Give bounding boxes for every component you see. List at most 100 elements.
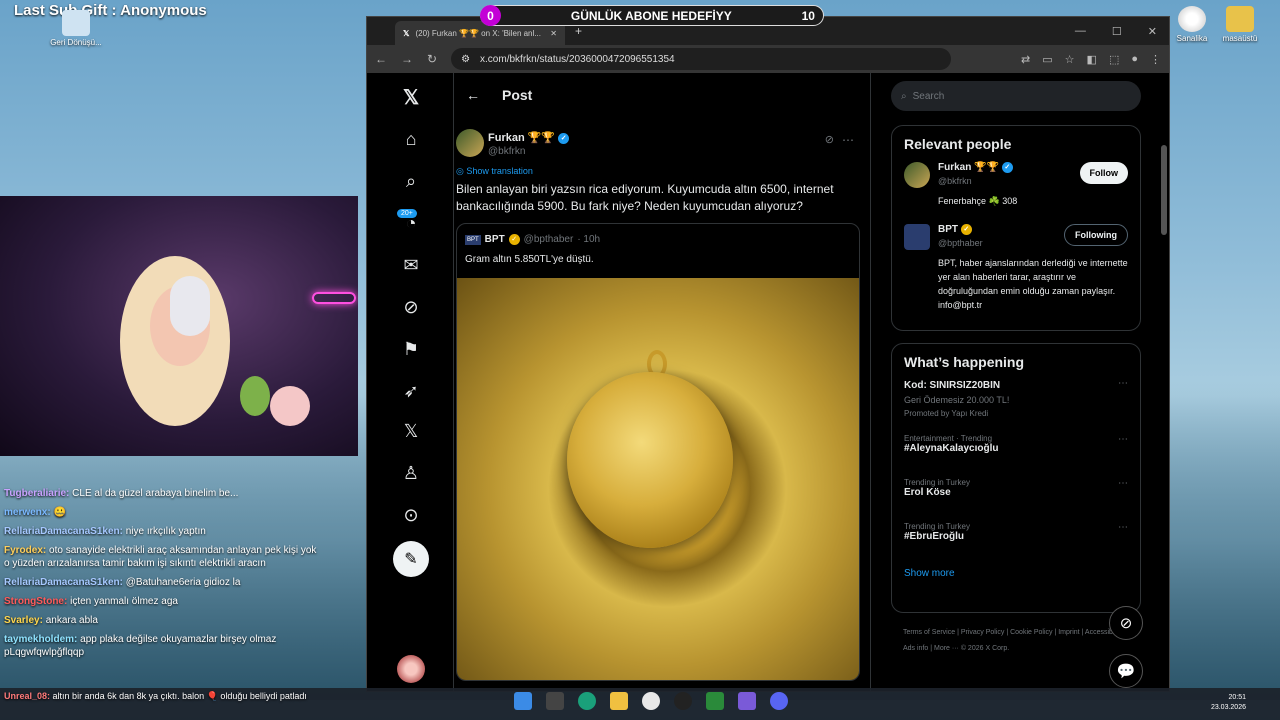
more-icon[interactable]: ⊙ xyxy=(399,503,423,527)
author-handle: @bkfrkn xyxy=(488,146,526,157)
desktop-icon-label: masaüstü xyxy=(1222,34,1258,43)
start-windows-icon[interactable] xyxy=(514,692,532,710)
new-tab-icon[interactable]: + xyxy=(575,24,582,38)
search-input[interactable]: ⌕ Search xyxy=(891,81,1141,111)
reload-icon[interactable]: ↻ xyxy=(427,52,437,66)
edge-icon[interactable] xyxy=(578,692,596,710)
chat-text: oto sanayide elektrikli araç aksamından … xyxy=(4,545,317,569)
gold-coin xyxy=(567,372,733,548)
show-more-link[interactable]: Show more xyxy=(892,564,1140,583)
ticker-user: Unreal_08: xyxy=(4,691,51,701)
trend-item[interactable]: Trending in Turkey Erol Köse ⋯ xyxy=(892,476,1140,520)
desktop-icon-recycle-bin[interactable]: Geri Dönüşü... xyxy=(46,10,106,47)
x-logo-icon[interactable]: 𝕏 xyxy=(399,85,423,109)
profile-icon[interactable]: ♙ xyxy=(399,461,423,485)
compose-post-button[interactable]: ✎ xyxy=(393,541,429,577)
task-view-icon[interactable] xyxy=(546,692,564,710)
trend-item[interactable]: Trending in Turkey #EbruEroğlu ⋯ xyxy=(892,520,1140,564)
gold-coin-image[interactable] xyxy=(457,278,859,680)
close-window-button[interactable]: ✕ xyxy=(1148,25,1157,38)
chat-user: StrongStone: xyxy=(4,596,68,607)
author-name-row[interactable]: Furkan 🏆🏆 ✓ xyxy=(488,131,570,144)
quote-header: BPT BPT ✓ @bpthaber · 10h xyxy=(465,234,600,245)
trend-more-icon[interactable]: ⋯ xyxy=(1118,378,1128,389)
person-bio: Fenerbahçe ☘️ 308 xyxy=(938,196,1018,206)
promoted-trend[interactable]: Kod: SINIRSIZ20BIN Geri Ödemesiz 20.000 … xyxy=(892,376,1140,432)
chat-user: Tugberaliarie: xyxy=(4,488,70,499)
desktop-icon-masaustu[interactable]: masaüstü xyxy=(1210,6,1270,43)
sub-gift-overlay: Last Sub Gift : Anonymous xyxy=(14,2,207,19)
messages-fab-icon[interactable]: 💬 xyxy=(1109,654,1143,688)
profile-avatar-icon[interactable]: ● xyxy=(1131,53,1138,66)
system-clock[interactable]: 20:51 23.03.2026 xyxy=(1211,693,1246,713)
grok-explain-icon[interactable]: ⊘ xyxy=(825,133,834,146)
file-explorer-icon[interactable] xyxy=(610,692,628,710)
notifications-bell-icon[interactable]: ◔ xyxy=(399,211,423,235)
chat-message: merwenx: 🤐 xyxy=(4,506,320,519)
goal-target: 10 xyxy=(801,8,815,23)
show-translation-label: Show translation xyxy=(466,166,533,176)
person-avatar[interactable] xyxy=(904,224,930,250)
person-avatar[interactable] xyxy=(904,162,930,188)
x-logo-icon: 𝕏 xyxy=(403,28,410,38)
bookmark-star-icon[interactable]: ☆ xyxy=(1065,53,1075,66)
quoted-tweet[interactable]: BPT BPT ✓ @bpthaber · 10h Gram altın 5.8… xyxy=(456,223,860,681)
trend-more-icon[interactable]: ⋯ xyxy=(1118,478,1128,489)
whats-happening-panel: What’s happening Kod: SINIRSIZ20BIN Geri… xyxy=(891,343,1141,613)
person-card[interactable]: Furkan 🏆🏆 ✓ @bkfrkn Fenerbahçe ☘️ 308 Fo… xyxy=(892,158,1140,220)
clock-time: 20:51 xyxy=(1228,694,1246,701)
forward-icon[interactable]: → xyxy=(401,52,413,66)
chat-message: RellariaDamacanaS1ken: niye ırkçılık yap… xyxy=(4,525,320,538)
trend-meta: Entertainment · Trending xyxy=(904,434,993,443)
footer-links[interactable]: Terms of Service | Privacy Policy | Cook… xyxy=(903,625,1133,657)
site-info-icon[interactable]: ⚙ xyxy=(461,54,470,65)
home-icon[interactable]: ⌂ xyxy=(399,127,423,151)
chrome-icon[interactable] xyxy=(642,692,660,710)
trend-more-icon[interactable]: ⋯ xyxy=(1118,522,1128,533)
follow-button[interactable]: Follow xyxy=(1079,162,1128,184)
person-card[interactable]: BPT ✓ @bpthaber BPT, haber ajanslarından… xyxy=(892,220,1140,330)
close-tab-icon[interactable]: ✕ xyxy=(550,29,557,38)
obs-icon[interactable] xyxy=(674,692,692,710)
jobs-rocket-icon[interactable]: ➶ xyxy=(399,379,423,403)
page-scrollbar[interactable] xyxy=(1161,145,1167,235)
quote-handle: @bpthaber xyxy=(523,234,574,245)
chat-ticker: Unreal_08: altın bir anda 6k dan 8k ya ç… xyxy=(4,690,314,702)
translate-icon[interactable]: ⇄ xyxy=(1021,53,1030,66)
trend-item[interactable]: Entertainment · Trending #AleynaKalaycıo… xyxy=(892,432,1140,476)
menu-icon[interactable]: ⋮ xyxy=(1150,53,1161,66)
following-button[interactable]: Following xyxy=(1064,224,1128,246)
trend-more-icon[interactable]: ⋯ xyxy=(1118,434,1128,445)
x-page: 𝕏 ⌂ ⌕ 20+ ◔ ✉ ⊘ ⚑ ➶ 𝕏 ♙ ⊙ ✎ ← Post Furka… xyxy=(367,73,1169,691)
extensions-puzzle-icon[interactable]: ⬚ xyxy=(1109,53,1119,66)
chat-text: niye ırkçılık yaptın xyxy=(125,526,206,537)
tweet-more-icon[interactable]: ⋯ xyxy=(842,133,854,147)
person-handle: @bkfrkn xyxy=(938,176,972,186)
chat-message: taymekholdem: app plaka değilse okuyamaz… xyxy=(4,633,320,659)
minimize-button[interactable]: — xyxy=(1075,25,1086,38)
author-avatar[interactable] xyxy=(456,129,484,157)
plush-toy xyxy=(270,386,310,426)
grok-icon[interactable]: ⊘ xyxy=(399,295,423,319)
discord-icon[interactable] xyxy=(770,692,788,710)
extension-icon[interactable]: ◧ xyxy=(1087,53,1097,66)
headphones xyxy=(170,276,210,336)
back-arrow-icon[interactable]: ← xyxy=(466,87,480,103)
maximize-button[interactable]: ☐ xyxy=(1112,25,1122,38)
grok-fab-icon[interactable]: ⊘ xyxy=(1109,606,1143,640)
person-name: BPT xyxy=(938,224,958,236)
address-bar[interactable]: ⚙ x.com/bkfrkn/status/203600047209655135… xyxy=(451,48,952,70)
premium-x-icon[interactable]: 𝕏 xyxy=(399,419,423,443)
cast-icon[interactable]: ▭ xyxy=(1042,53,1052,66)
trend-title: Erol Köse xyxy=(904,487,951,498)
show-translation-link[interactable]: ◎ Show translation xyxy=(456,166,533,177)
bookmarks-icon[interactable]: ⚑ xyxy=(399,337,423,361)
app-icon[interactable] xyxy=(706,692,724,710)
tweet-text: Bilen anlayan biri yazsın rica ediyorum.… xyxy=(456,182,834,213)
account-avatar[interactable] xyxy=(397,655,425,683)
messages-icon[interactable]: ✉ xyxy=(399,253,423,277)
verified-badge-icon: ✓ xyxy=(1001,162,1013,173)
back-icon[interactable]: ← xyxy=(375,52,387,66)
explore-search-icon[interactable]: ⌕ xyxy=(399,169,423,193)
app-icon[interactable] xyxy=(738,692,756,710)
